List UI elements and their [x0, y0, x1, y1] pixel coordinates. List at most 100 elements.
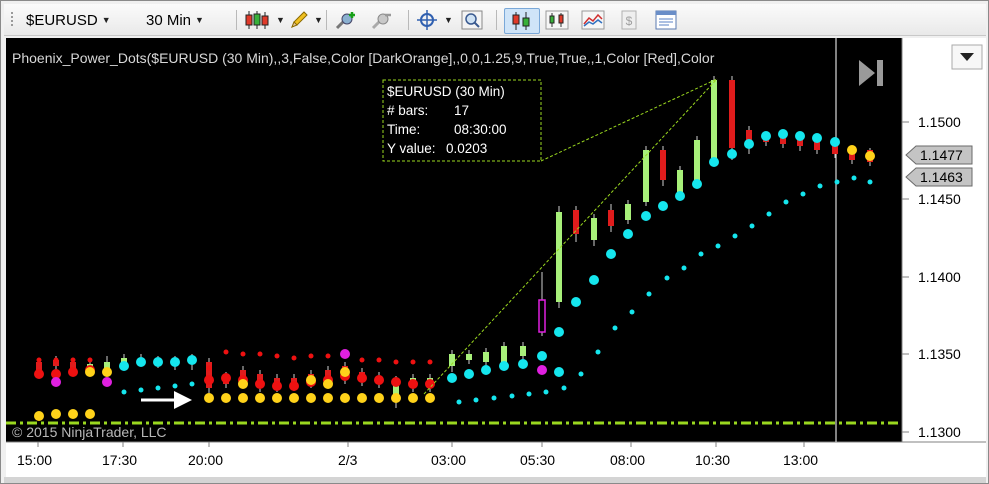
candle: [711, 76, 717, 164]
power-dot: [847, 145, 857, 155]
power-dot: [70, 357, 76, 363]
price-chart[interactable]: Phoenix_Power_Dots($EURUSD (30 Min),,3,F…: [4, 36, 986, 483]
power-dot: [255, 393, 265, 403]
power-dot: [606, 249, 616, 259]
power-dot: [272, 393, 282, 403]
power-dot: [221, 393, 231, 403]
power-dot: [221, 373, 231, 383]
power-dot: [664, 275, 670, 281]
power-dot: [255, 379, 265, 389]
power-dot: [391, 377, 401, 387]
candle-body: [625, 204, 631, 220]
power-dot: [272, 381, 282, 391]
power-dot: [408, 379, 418, 389]
power-dot: [795, 131, 805, 141]
power-dot: [340, 349, 350, 359]
power-dot: [374, 393, 384, 403]
power-dot: [749, 223, 755, 229]
grip-icon: [11, 12, 13, 26]
power-dot: [623, 229, 633, 239]
power-dot: [36, 357, 42, 363]
power-dot: [391, 393, 401, 403]
bars-button[interactable]: [544, 8, 570, 32]
power-dot: [537, 365, 547, 375]
add-indicator-button[interactable]: [334, 8, 360, 32]
remove-indicator-button[interactable]: [370, 8, 396, 32]
power-dot: [537, 351, 547, 361]
power-dot: [289, 381, 299, 391]
candle-body: [608, 210, 614, 226]
candle: [694, 136, 700, 186]
power-dot: [675, 191, 685, 201]
power-dot: [629, 309, 635, 315]
interval-label: 30 Min: [146, 11, 192, 29]
power-dot: [238, 393, 248, 403]
power-dot: [761, 131, 771, 141]
power-dot: [499, 361, 509, 371]
power-dot: [427, 359, 433, 365]
power-dot: [410, 359, 416, 365]
candle-body: [573, 210, 579, 234]
power-dot: [646, 291, 652, 297]
power-dot: [204, 375, 214, 385]
power-dot: [34, 369, 44, 379]
power-dot: [408, 393, 418, 403]
dollar-button[interactable]: $: [618, 8, 640, 32]
power-dot: [393, 359, 399, 365]
power-dot: [189, 381, 195, 387]
power-dot: [578, 371, 584, 377]
time-tick: 2/3: [338, 452, 358, 468]
power-dot: [641, 211, 651, 221]
chart-toolbar: $EURUSD ▼ 30 Min ▼ ▼ ▼ ▼ $: [4, 4, 986, 36]
power-dot: [306, 393, 316, 403]
price-tick: 1.1450: [918, 191, 961, 207]
power-dot: [709, 157, 719, 167]
zoom-button[interactable]: [460, 8, 484, 32]
copyright-text: © 2015 NinjaTrader, LLC: [12, 424, 167, 440]
line-chart-icon: [581, 10, 605, 30]
price-badge: 1.1463: [905, 167, 973, 187]
time-tick: 03:00: [431, 452, 466, 468]
candle-body: [694, 140, 700, 180]
power-dot: [800, 191, 806, 197]
chevron-down-icon: ▼: [101, 15, 111, 25]
toolbar-separator: [496, 10, 497, 30]
indicator-label: Phoenix_Power_Dots($EURUSD (30 Min),,3,F…: [12, 50, 715, 66]
price-badge: 1.1477: [905, 145, 973, 165]
candle-body: [711, 80, 717, 158]
candlestick-style-button[interactable]: ▼: [244, 8, 285, 32]
power-dot: [561, 385, 567, 391]
chart-trader-button[interactable]: [504, 8, 540, 34]
crosshair-button[interactable]: ▼: [416, 8, 453, 32]
properties-icon: [655, 10, 677, 30]
power-dot: [206, 365, 212, 371]
power-dot: [456, 399, 462, 405]
power-dot: [274, 353, 280, 359]
line-chart-button[interactable]: [580, 8, 606, 32]
instrument-selector[interactable]: $EURUSD ▼: [10, 8, 111, 32]
power-dot: [571, 297, 581, 307]
power-dot: [851, 175, 857, 181]
time-axis: [6, 442, 986, 478]
power-dot: [698, 251, 704, 257]
power-dot: [187, 355, 197, 365]
power-dot: [102, 367, 112, 377]
power-dot: [865, 151, 875, 161]
power-dot: [51, 377, 61, 387]
interval-selector[interactable]: 30 Min ▼: [146, 8, 204, 32]
candle-body: [483, 352, 489, 362]
candle: [729, 76, 735, 160]
power-dot: [51, 409, 61, 419]
candle-body: [538, 299, 546, 333]
tooltip-bars-label: # bars:: [387, 103, 428, 118]
chevron-down-icon: ▼: [195, 15, 204, 25]
drawing-tools-button[interactable]: ▼: [288, 8, 323, 32]
time-tick: 08:00: [610, 452, 645, 468]
power-dot: [692, 179, 702, 189]
chevron-down-icon: ▼: [444, 15, 453, 25]
chart-menu-button[interactable]: [951, 44, 983, 70]
price-tick: 1.1350: [918, 346, 961, 362]
tooltip-title: $EURUSD (30 Min): [387, 84, 505, 99]
power-dot: [340, 393, 350, 403]
properties-button[interactable]: [654, 8, 678, 32]
